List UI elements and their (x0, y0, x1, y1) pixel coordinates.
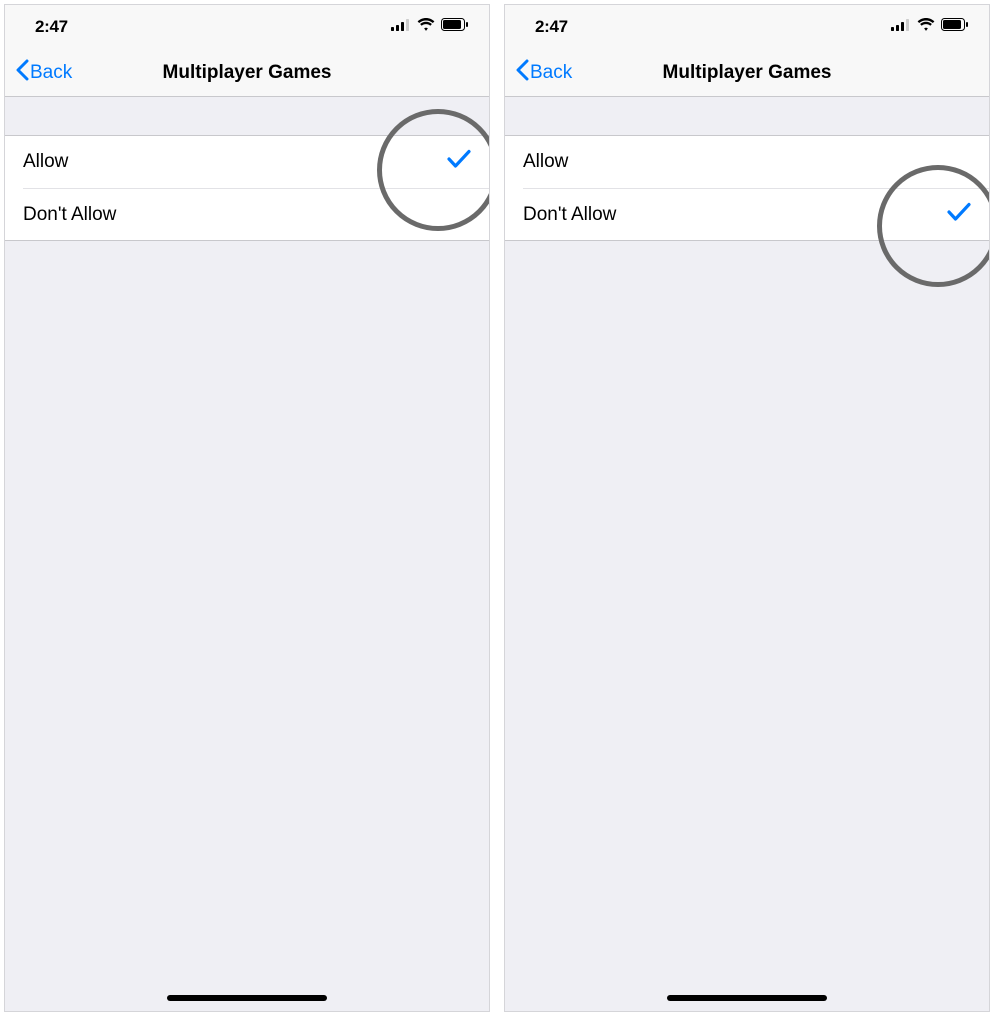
wifi-icon (917, 18, 935, 36)
row-label: Allow (23, 151, 68, 173)
back-button[interactable]: Back (515, 59, 572, 87)
phone-screen-1: 2:47 Back Multiplayer Games Allow (4, 4, 490, 1012)
battery-icon (441, 18, 469, 36)
back-label: Back (30, 62, 72, 84)
row-label: Don't Allow (23, 204, 116, 226)
chevron-left-icon (15, 59, 29, 87)
status-time: 2:47 (535, 17, 568, 37)
home-indicator[interactable] (667, 995, 827, 1001)
content: Allow Don't Allow (505, 97, 989, 241)
row-dont-allow[interactable]: Don't Allow (23, 188, 489, 240)
nav-bar: Back Multiplayer Games (5, 49, 489, 97)
status-time: 2:47 (35, 17, 68, 37)
checkmark-icon (947, 202, 971, 228)
row-allow[interactable]: Allow (5, 136, 489, 188)
status-bar: 2:47 (5, 5, 489, 49)
checkmark-icon (447, 149, 471, 175)
row-label: Allow (523, 151, 568, 173)
phone-screen-2: 2:47 Back Multiplayer Games Allow (504, 4, 990, 1012)
status-icons (391, 18, 469, 36)
row-dont-allow[interactable]: Don't Allow (523, 188, 989, 240)
home-indicator[interactable] (167, 995, 327, 1001)
back-button[interactable]: Back (15, 59, 72, 87)
page-title: Multiplayer Games (163, 62, 332, 84)
nav-bar: Back Multiplayer Games (505, 49, 989, 97)
wifi-icon (417, 18, 435, 36)
chevron-left-icon (515, 59, 529, 87)
group-spacer (505, 97, 989, 135)
row-allow[interactable]: Allow (505, 136, 989, 188)
options-list: Allow Don't Allow (5, 135, 489, 241)
cellular-icon (391, 18, 411, 36)
page-title: Multiplayer Games (663, 62, 832, 84)
status-icons (891, 18, 969, 36)
row-label: Don't Allow (523, 204, 616, 226)
back-label: Back (530, 62, 572, 84)
options-list: Allow Don't Allow (505, 135, 989, 241)
content: Allow Don't Allow (5, 97, 489, 241)
battery-icon (941, 18, 969, 36)
status-bar: 2:47 (505, 5, 989, 49)
cellular-icon (891, 18, 911, 36)
group-spacer (5, 97, 489, 135)
